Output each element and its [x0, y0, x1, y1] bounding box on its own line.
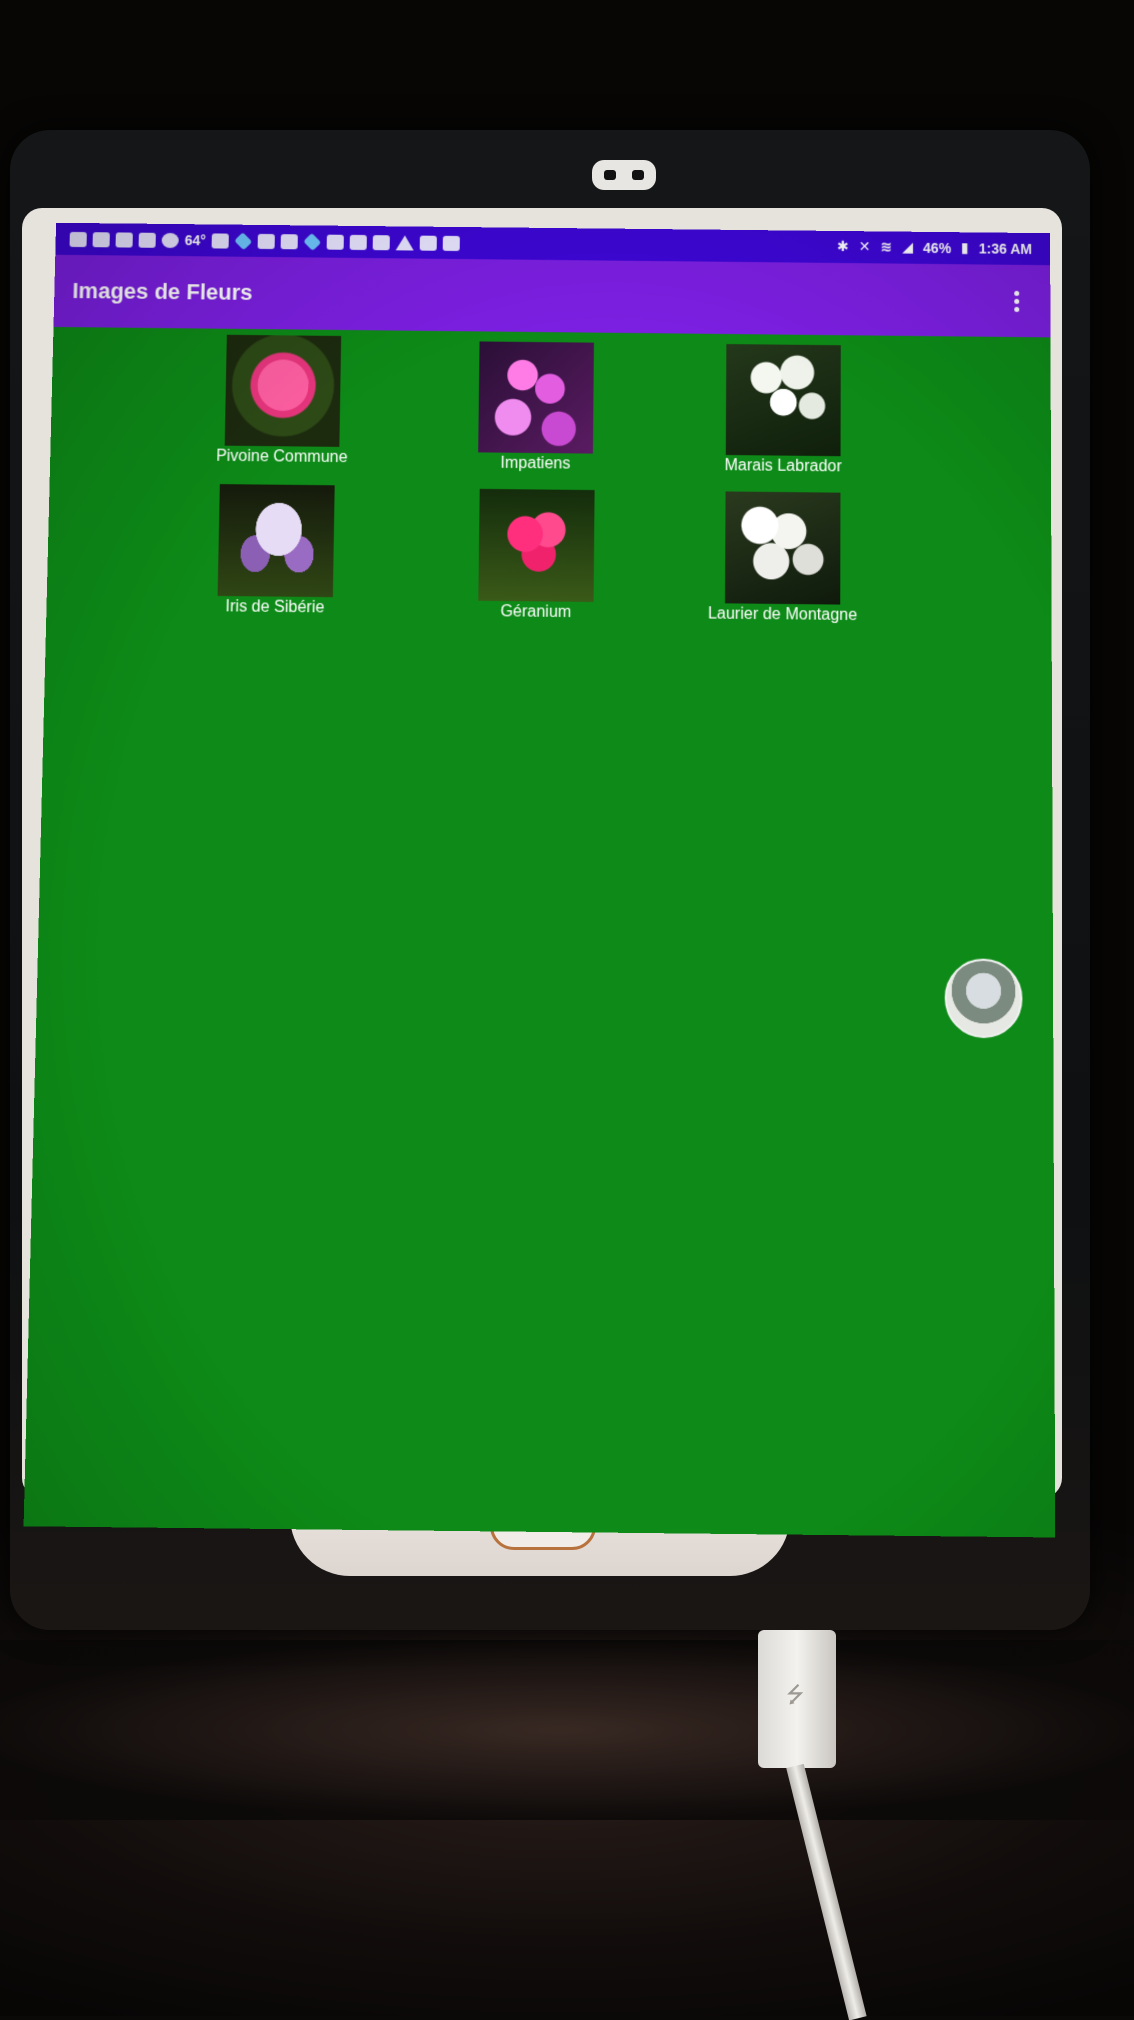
bag-icon — [443, 235, 460, 250]
usb-icon: ⭍ — [786, 1678, 804, 1716]
flower-label: Laurier de Montagne — [702, 605, 864, 625]
dice-icon — [212, 233, 229, 248]
sim-icon — [70, 231, 87, 246]
gallery-item-iris-de-siberie[interactable]: Iris de Sibérie — [194, 484, 358, 618]
floating-chat-head[interactable] — [945, 958, 1023, 1038]
battery-percent: 46% — [923, 240, 951, 256]
wifi-icon: ≋ — [881, 239, 893, 255]
flower-label: Iris de Sibérie — [194, 598, 356, 618]
temperature-text: 64° — [185, 232, 207, 248]
gallery-item-pivoine-commune[interactable]: Pivoine Commune — [201, 335, 364, 468]
cloth-surface — [0, 1640, 1134, 1820]
signal-icon: ◢ — [902, 240, 913, 256]
more-vert-icon[interactable] — [1004, 281, 1028, 321]
system-status: ✱ ✕ ≋ ◢ 46% ▮ 1:36 AM — [837, 239, 1050, 257]
flower-thumbnail[interactable] — [218, 484, 335, 597]
dice-icon — [281, 234, 298, 249]
app-title: Images de Fleurs — [54, 278, 253, 306]
flower-thumbnail[interactable] — [726, 344, 841, 456]
warning-icon — [396, 235, 414, 250]
notification-icons: 64° — [56, 231, 461, 251]
flower-label: Marais Labrador — [703, 457, 864, 477]
gallery-item-marais-labrador[interactable]: Marais Labrador — [703, 344, 864, 477]
gallery-item-geranium[interactable]: Géranium — [455, 489, 618, 623]
bluetooth-icon: ✱ — [837, 239, 849, 255]
image-icon — [258, 233, 275, 248]
flower-thumbnail[interactable] — [478, 489, 594, 602]
flower-thumbnail[interactable] — [225, 335, 342, 447]
play-store-icon — [420, 235, 437, 250]
hexagon-icon — [303, 232, 321, 250]
gallery-item-laurier-de-montagne[interactable]: Laurier de Montagne — [702, 491, 864, 625]
tablet-clip — [592, 160, 656, 190]
refresh-icon — [162, 232, 179, 247]
gallery-item-impatiens[interactable]: Impatiens — [455, 341, 617, 474]
email-icon — [93, 232, 110, 247]
mute-icon: ✕ — [859, 239, 871, 255]
clock: 1:36 AM — [979, 240, 1032, 257]
usb-plug: ⭍ — [758, 1630, 836, 1768]
upload-icon — [327, 234, 344, 249]
image-icon — [373, 235, 390, 250]
app-bar: Images de Fleurs — [54, 255, 1051, 338]
flower-label: Pivoine Commune — [201, 447, 362, 467]
hexagon-icon — [234, 232, 252, 250]
mail-icon — [116, 232, 133, 247]
battery-icon: ▮ — [961, 240, 969, 256]
flower-label: Impatiens — [455, 454, 616, 474]
facebook-icon — [350, 234, 367, 249]
flower-label: Géranium — [455, 603, 617, 623]
device-screen: 64° ✱ ✕ ≋ ◢ 46% ▮ 1:36 AM Images de Fleu… — [24, 223, 1056, 1538]
flower-thumbnail[interactable] — [725, 491, 840, 604]
shield-icon — [139, 232, 156, 247]
flower-thumbnail[interactable] — [478, 341, 594, 453]
